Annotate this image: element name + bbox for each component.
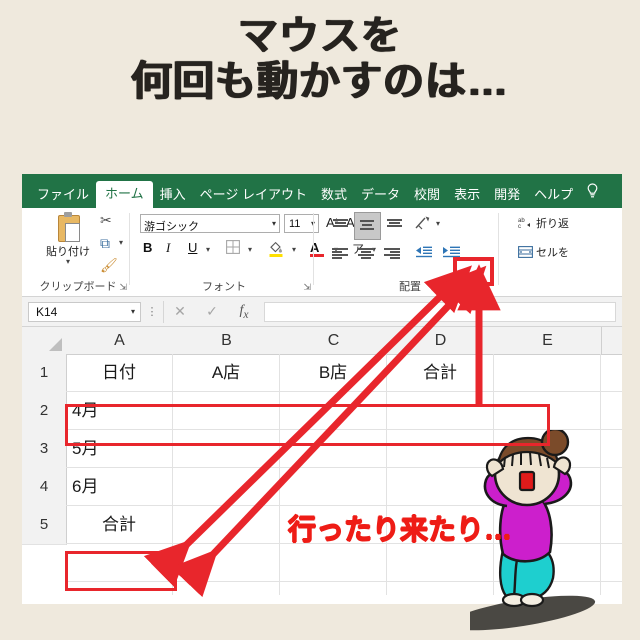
svg-text:c: c: [518, 224, 521, 230]
paste-icon: [55, 212, 81, 242]
highlight-box-cell-a5: [65, 551, 177, 591]
name-box-more-icon[interactable]: ⋮: [141, 305, 163, 318]
tab-help[interactable]: ヘルプ: [527, 183, 580, 208]
chevron-down-icon[interactable]: ▾: [206, 245, 210, 254]
merge-cells-icon: [518, 245, 533, 262]
paste-button[interactable]: 貼り付け ▾: [40, 212, 96, 266]
fill-color-icon[interactable]: [268, 240, 284, 260]
column-header-b[interactable]: B: [173, 327, 281, 354]
align-middle-button[interactable]: [354, 212, 381, 240]
cell-a4[interactable]: 6月: [66, 468, 173, 506]
bold-button[interactable]: B: [143, 240, 152, 255]
chevron-down-icon[interactable]: ▾: [248, 245, 252, 254]
scissors-icon[interactable]: ✂: [100, 212, 112, 229]
chevron-down-icon[interactable]: ▾: [292, 245, 296, 254]
wrap-text-label: 折り返: [536, 218, 569, 230]
row-header-3[interactable]: 3: [22, 430, 67, 469]
column-header-a[interactable]: A: [66, 327, 174, 354]
formula-bar: K14 ▾ ⋮ ✕ ✓ fx: [22, 297, 622, 327]
tab-insert[interactable]: 挿入: [153, 183, 193, 208]
row-header-5[interactable]: 5: [22, 506, 67, 545]
cell-c1[interactable]: B店: [280, 354, 387, 392]
tab-data[interactable]: データ: [354, 183, 407, 208]
clipboard-dialog-launcher-icon[interactable]: ⇲: [119, 282, 127, 293]
name-box-input[interactable]: K14 ▾: [28, 301, 141, 322]
font-dialog-launcher-icon[interactable]: ⇲: [303, 282, 311, 293]
chevron-down-icon[interactable]: ▾: [119, 238, 123, 247]
ribbon-group-font: 游ゴシック ▾ 11 ▾ A▴ A▾ B I U ▾ ▾ ▾ A: [134, 208, 376, 296]
ribbon-group-clipboard: 貼り付け ▾ ✂ ⧉ ▾ 🖌 クリップボード ⇲: [26, 208, 130, 296]
chevron-down-icon[interactable]: ▾: [272, 219, 276, 228]
column-header-c[interactable]: C: [280, 327, 388, 354]
chevron-down-icon[interactable]: ▾: [40, 258, 96, 266]
annotation-text: 行ったり来たり…: [288, 514, 513, 545]
tab-view[interactable]: 表示: [447, 183, 487, 208]
close-icon[interactable]: ✕: [164, 303, 196, 320]
underline-button[interactable]: U: [188, 240, 197, 255]
row-header-4[interactable]: 4: [22, 468, 67, 507]
ribbon-tab-bar: ファイル ホーム 挿入 ページ レイアウト 数式 データ 校閲 表示 開発 ヘル…: [22, 174, 622, 208]
merge-cells-button[interactable]: セルを: [518, 244, 569, 262]
copy-icon[interactable]: ⧉: [100, 235, 110, 252]
tab-formulas[interactable]: 数式: [314, 183, 354, 208]
paintbrush-icon[interactable]: 🖌: [100, 257, 118, 274]
cell-d1[interactable]: 合計: [387, 354, 494, 392]
column-header-row: A B C D E: [22, 327, 622, 355]
tab-developer[interactable]: 開発: [487, 183, 527, 208]
wrap-text-button[interactable]: ab c 折り返: [518, 215, 569, 233]
font-group-label: フォント: [202, 281, 246, 293]
cell-a1[interactable]: 日付: [66, 354, 173, 392]
select-all-corner-button[interactable]: [22, 327, 67, 354]
column-header-d[interactable]: D: [387, 327, 495, 354]
merge-cells-label: セルを: [536, 247, 569, 259]
shoe-right: [519, 592, 545, 608]
align-center-horizontal-button[interactable]: [356, 245, 377, 265]
highlight-box-row-1: [65, 404, 550, 446]
check-icon[interactable]: ✓: [196, 303, 228, 320]
select-all-triangle-icon: [49, 338, 62, 351]
row-header-1[interactable]: 1: [22, 354, 67, 393]
align-bottom-button[interactable]: [384, 216, 405, 236]
italic-button[interactable]: I: [166, 240, 170, 256]
align-left-button[interactable]: [330, 245, 351, 265]
borders-icon[interactable]: [226, 240, 240, 257]
tab-page-layout[interactable]: ページ レイアウト: [193, 183, 314, 208]
text-orientation-icon[interactable]: [414, 214, 432, 236]
cell-a5[interactable]: 合計: [66, 506, 173, 544]
column-header-e[interactable]: E: [494, 327, 602, 354]
formula-input[interactable]: [264, 301, 616, 322]
tab-review[interactable]: 校閲: [407, 183, 447, 208]
align-top-button[interactable]: [330, 216, 351, 236]
ribbon-body: 貼り付け ▾ ✂ ⧉ ▾ 🖌 クリップボード ⇲ 游ゴシック ▾ 11 ▾ A▴…: [22, 208, 622, 297]
fx-icon[interactable]: fx: [228, 303, 260, 321]
font-name-value: 游ゴシック: [144, 221, 199, 233]
decrease-indent-icon[interactable]: [414, 245, 436, 265]
page-title: マウスを 何回も動かすのは…: [0, 14, 640, 105]
font-color-icon[interactable]: A: [310, 240, 324, 257]
row-header-2[interactable]: 2: [22, 392, 67, 431]
font-size-value: 11: [289, 218, 301, 230]
tab-home[interactable]: ホーム: [96, 181, 153, 208]
chevron-down-icon[interactable]: ▾: [131, 307, 135, 316]
lightbulb-icon[interactable]: [586, 183, 599, 208]
wrap-text-icon: ab c: [518, 216, 533, 233]
name-box-value: K14: [36, 304, 58, 319]
cell-b1[interactable]: A店: [173, 354, 280, 392]
title-line-2: 何回も動かすのは…: [131, 57, 509, 104]
highlight-box-center-align-button: [453, 257, 494, 286]
mouth: [518, 470, 536, 492]
title-line-1: マウスを: [238, 14, 402, 58]
clipboard-group-label: クリップボード: [39, 281, 117, 293]
tab-file[interactable]: ファイル: [30, 183, 96, 208]
align-right-button[interactable]: [382, 245, 403, 265]
font-name-input[interactable]: 游ゴシック ▾: [140, 214, 280, 233]
chevron-down-icon[interactable]: ▾: [436, 219, 440, 228]
